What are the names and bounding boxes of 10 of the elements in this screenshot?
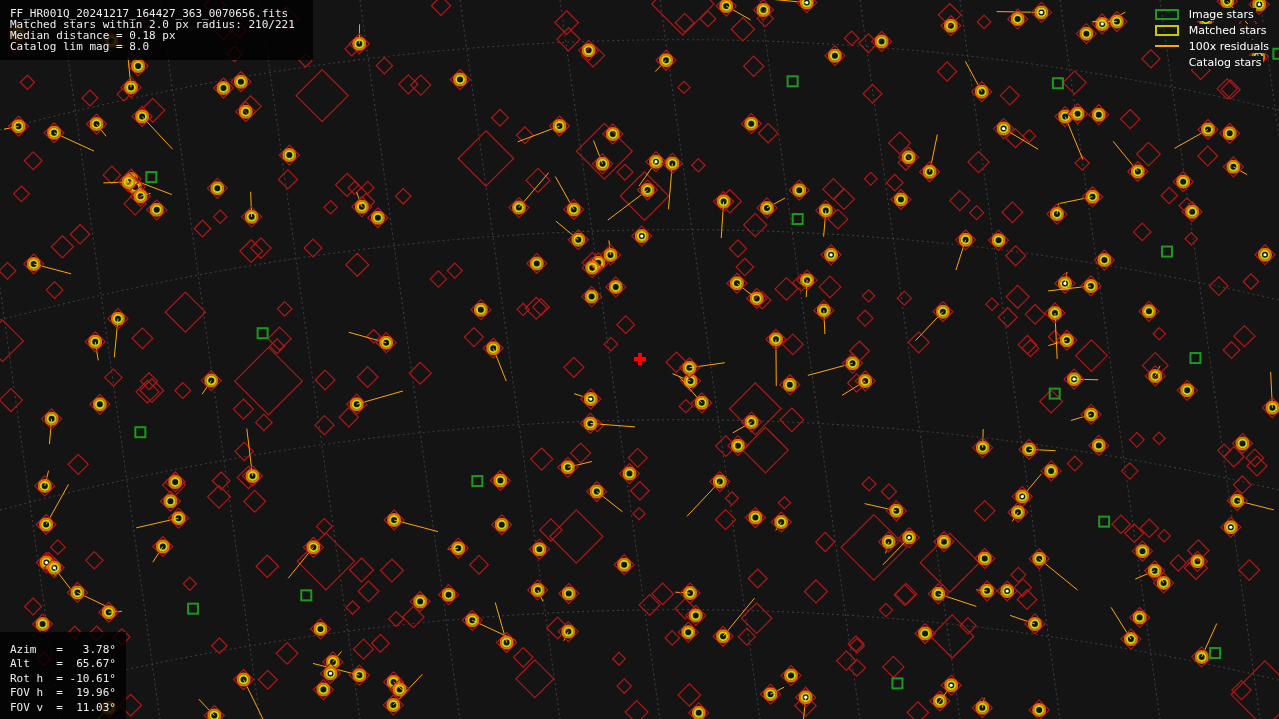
pointing-text: FOV v = 11.03° <box>10 700 116 715</box>
info-text: Matched stars within 2.0 px radius: 210/221 <box>10 19 295 30</box>
info-text: FF_HR001Q_20241217_164427_363_0070656.fits <box>10 8 290 19</box>
pointing-text: FOV h = 19.96° <box>10 686 116 701</box>
pointing-text: Azim = 3.78° <box>10 642 116 657</box>
pointing-text: Rot h = -10.61° <box>10 671 116 686</box>
info-text: Catalog lim mag = 8.0 <box>10 41 151 52</box>
center-cross-icon <box>634 353 646 365</box>
pointing-text: Alt = 65.67° <box>10 657 116 672</box>
info-text: Median distance = 0.18 px <box>10 30 176 41</box>
